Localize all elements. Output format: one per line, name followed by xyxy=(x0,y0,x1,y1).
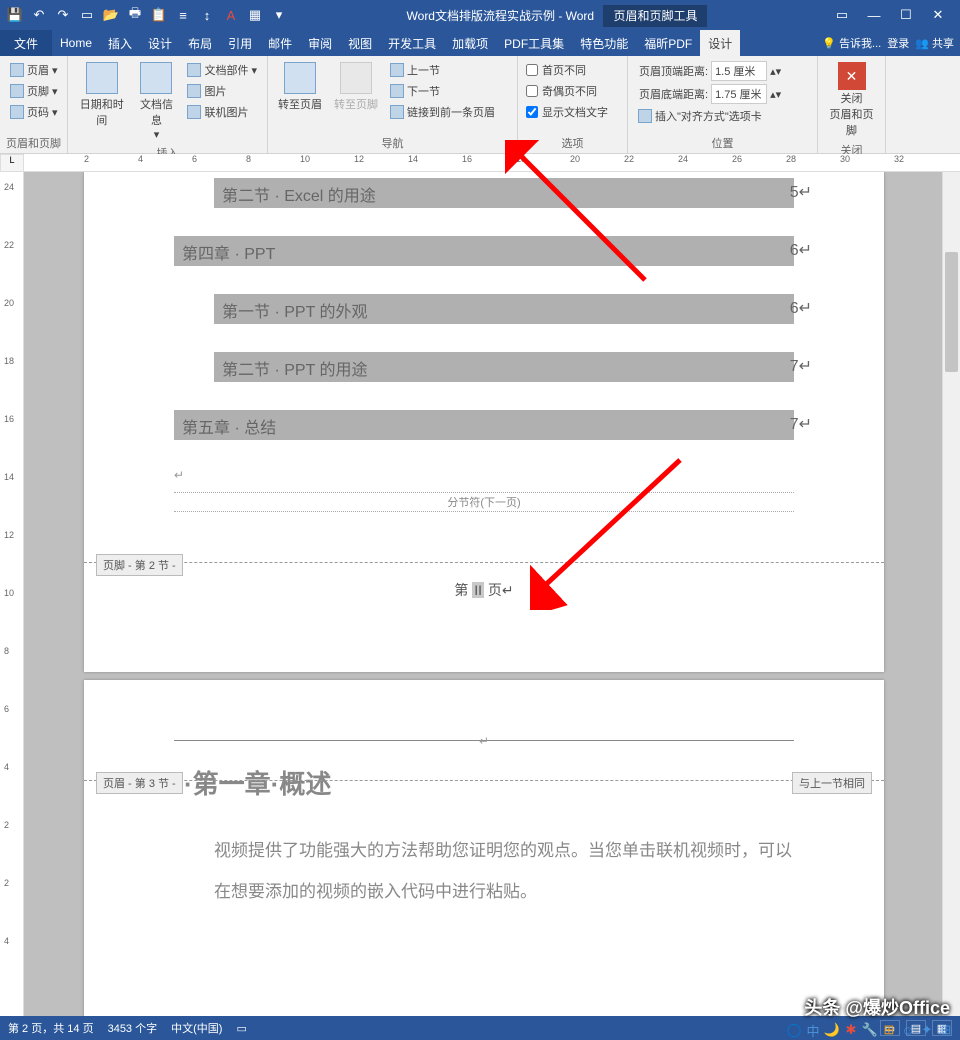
close-icon[interactable]: ✕ xyxy=(924,5,952,25)
goto-header-button[interactable]: 转至页眉 xyxy=(274,60,326,114)
table-icon[interactable]: ▦ xyxy=(244,4,266,26)
header-button[interactable]: 页眉 ▾ xyxy=(6,60,62,80)
redo-icon[interactable]: ↷ xyxy=(52,4,74,26)
footer-section-label: 页脚 - 第 2 节 - xyxy=(96,554,183,576)
tab-review[interactable]: 审阅 xyxy=(300,30,340,56)
tab-file[interactable]: 文件 xyxy=(0,30,52,56)
vertical-scrollbar[interactable] xyxy=(942,172,960,1016)
tab-design[interactable]: 设计 xyxy=(140,30,180,56)
docinfo-button[interactable]: 文档信息▾ xyxy=(133,60,179,143)
print-icon[interactable]: 🖶 xyxy=(124,4,146,26)
onlinepic-button[interactable]: 联机图片 xyxy=(183,102,261,122)
paste-icon[interactable]: 📋 xyxy=(148,4,170,26)
header-top-field[interactable]: 页眉顶端距离:1.5 厘米▴▾ xyxy=(634,60,783,82)
status-lang[interactable]: 中文(中国) xyxy=(171,1020,222,1036)
new-icon[interactable]: ▭ xyxy=(76,4,98,26)
same-as-previous-label: 与上一节相同 xyxy=(792,772,872,794)
title-bar: 💾 ↶ ↷ ▭ 📂 🖶 📋 ≡ ↕ A ▦ ▾ Word文档排版流程实战示例 -… xyxy=(0,0,960,30)
toc-row: 第二节 · Excel 的用途5↵ xyxy=(214,178,794,208)
prev-section-button[interactable]: 上一节 xyxy=(386,60,499,80)
show-doc-text-checkbox[interactable]: 显示文档文字 xyxy=(524,102,610,122)
ribbon-tabs: 文件 Home 插入 设计 布局 引用 邮件 审阅 视图 开发工具 加载项 PD… xyxy=(0,30,960,56)
ruler-corner[interactable]: L xyxy=(0,154,24,172)
tab-mailings[interactable]: 邮件 xyxy=(260,30,300,56)
group-label: 导航 xyxy=(274,133,511,153)
window-title: Word文档排版流程实战示例 - Word 页眉和页脚工具 xyxy=(294,7,820,24)
footer-page-number[interactable]: 第 II 页↵ xyxy=(84,580,884,600)
status-page[interactable]: 第 2 页，共 14 页 xyxy=(8,1020,94,1036)
quick-access-toolbar: 💾 ↶ ↷ ▭ 📂 🖶 📋 ≡ ↕ A ▦ ▾ xyxy=(0,4,294,26)
ribbon: 页眉 ▾ 页脚 ▾ 页码 ▾ 页眉和页脚 日期和时间 文档信息▾ 文档部件 ▾ … xyxy=(0,56,960,154)
insert-align-tab-button[interactable]: 插入"对齐方式"选项卡 xyxy=(634,106,783,126)
save-icon[interactable]: 💾 xyxy=(4,4,26,26)
toc-row: 第一节 · PPT 的外观6↵ xyxy=(214,294,794,324)
group-label: 选项 xyxy=(524,133,621,153)
chapter-title: ·第一章·概述 xyxy=(184,764,884,801)
section-break: 分节符(下一页) xyxy=(174,492,794,512)
footer-bottom-field[interactable]: 页眉底端距离:1.75 厘米▴▾ xyxy=(634,83,783,105)
toc-row: 第二节 · PPT 的用途7↵ xyxy=(214,352,794,382)
login-button[interactable]: 登录 xyxy=(887,35,909,51)
header-section-label: 页眉 - 第 3 节 - xyxy=(96,772,183,794)
ruler-horizontal[interactable]: 2468101214161820222426283032 xyxy=(24,154,960,172)
tab-foxit[interactable]: 福昕PDF xyxy=(636,30,700,56)
more-icon[interactable]: ▾ xyxy=(268,4,290,26)
page-2: ↵ 页眉 - 第 3 节 - 与上一节相同 ·第一章·概述 视频提供了功能强大的… xyxy=(84,680,884,1016)
picture-button[interactable]: 图片 xyxy=(183,81,261,101)
footer-button[interactable]: 页脚 ▾ xyxy=(6,81,62,101)
context-tab-label: 页眉和页脚工具 xyxy=(603,5,707,27)
ribbon-options-icon[interactable]: ▭ xyxy=(828,5,856,25)
tab-home[interactable]: Home xyxy=(52,30,100,56)
close-hf-button[interactable]: ✕关闭页眉和页脚 xyxy=(824,60,879,140)
tab-pdf[interactable]: PDF工具集 xyxy=(496,30,572,56)
share-button[interactable]: 👥 共享 xyxy=(915,35,954,51)
status-words[interactable]: 3453 个字 xyxy=(108,1020,158,1036)
next-section-button[interactable]: 下一节 xyxy=(386,81,499,101)
pagenum-button[interactable]: 页码 ▾ xyxy=(6,102,62,122)
tab-references[interactable]: 引用 xyxy=(220,30,260,56)
tab-view[interactable]: 视图 xyxy=(340,30,380,56)
system-tray: ◯中🌙✱🔧⊞☺✦⊞ xyxy=(786,1022,954,1038)
link-previous-button[interactable]: 链接到前一条页眉 xyxy=(386,102,499,122)
font-color-icon[interactable]: A xyxy=(220,4,242,26)
macro-icon[interactable]: ▭ xyxy=(236,1022,246,1035)
tab-hf-design[interactable]: 设计 xyxy=(700,30,740,56)
group-label: 位置 xyxy=(634,133,811,153)
tab-insert[interactable]: 插入 xyxy=(100,30,140,56)
odd-even-diff-checkbox[interactable]: 奇偶页不同 xyxy=(524,81,610,101)
ruler-vertical[interactable]: 2422201816141210864224 xyxy=(0,172,24,1016)
quickparts-button[interactable]: 文档部件 ▾ xyxy=(183,60,261,80)
open-icon[interactable]: 📂 xyxy=(100,4,122,26)
tab-developer[interactable]: 开发工具 xyxy=(380,30,444,56)
first-page-diff-checkbox[interactable]: 首页不同 xyxy=(524,60,610,80)
document-workspace: 第二节 · Excel 的用途5↵ 第四章 · PPT6↵ 第一节 · PPT 的外… xyxy=(24,172,942,1016)
tab-features[interactable]: 特色功能 xyxy=(572,30,636,56)
datetime-button[interactable]: 日期和时间 xyxy=(74,60,129,130)
tell-me[interactable]: 💡 告诉我... xyxy=(822,35,881,51)
watermark: 头条 @爆炒Office xyxy=(804,994,950,1020)
group-label: 页眉和页脚 xyxy=(6,133,61,153)
toc-row: 第四章 · PPT6↵ xyxy=(174,236,794,266)
goto-footer-button: 转至页脚 xyxy=(330,60,382,114)
window-controls: ▭ — ☐ ✕ xyxy=(820,5,960,25)
maximize-icon[interactable]: ☐ xyxy=(892,5,920,25)
align-icon[interactable]: ≡ xyxy=(172,4,194,26)
tab-layout[interactable]: 布局 xyxy=(180,30,220,56)
tab-addins[interactable]: 加载项 xyxy=(444,30,496,56)
spacing-icon[interactable]: ↕ xyxy=(196,4,218,26)
body-text: 视频提供了功能强大的方法帮助您证明您的观点。当您单击联机视频时，可以在想要添加的… xyxy=(214,831,794,913)
undo-icon[interactable]: ↶ xyxy=(28,4,50,26)
page-1: 第二节 · Excel 的用途5↵ 第四章 · PPT6↵ 第一节 · PPT 的外… xyxy=(84,172,884,672)
minimize-icon[interactable]: — xyxy=(860,5,888,25)
toc-row: 第五章 · 总结7↵ xyxy=(174,410,794,440)
